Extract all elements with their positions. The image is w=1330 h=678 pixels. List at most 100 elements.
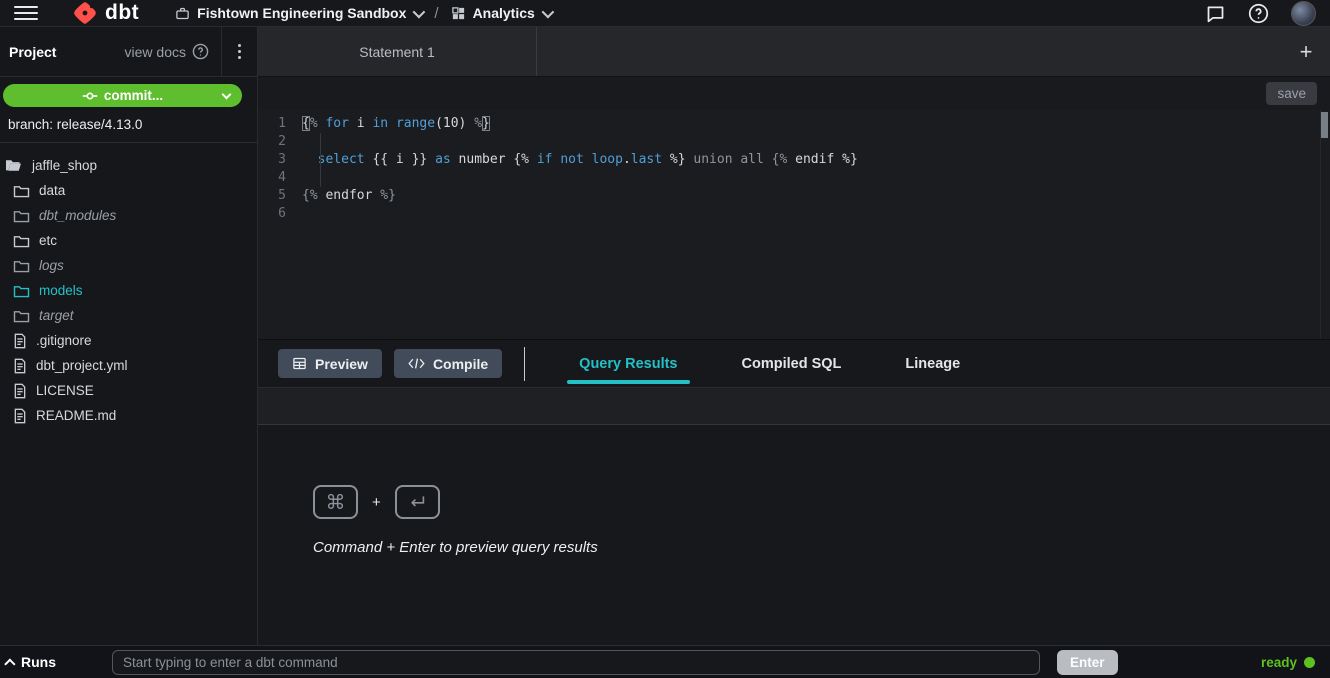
tree-item--gitignore[interactable]: .gitignore <box>0 328 257 353</box>
results-tab-compiled-sql[interactable]: Compiled SQL <box>710 340 874 387</box>
tab-statement-1[interactable]: Statement 1 <box>258 27 537 76</box>
tree-item-license[interactable]: LICENSE <box>0 378 257 403</box>
tree-item-label: target <box>39 308 74 323</box>
dbt-logo[interactable]: dbt <box>70 1 139 25</box>
briefcase-icon <box>175 6 190 21</box>
status-dot-icon <box>1304 657 1315 668</box>
tree-item-label: data <box>39 183 65 198</box>
line-number: 2 <box>258 133 302 151</box>
compile-label: Compile <box>433 356 488 372</box>
project-switcher[interactable]: Analytics <box>451 5 551 21</box>
table-icon <box>292 356 307 371</box>
code-line-3: 3 select {{ i }} as number {% if not loo… <box>258 151 1316 169</box>
command-bar: Runs Enter ready <box>0 645 1330 678</box>
tree-item-label: LICENSE <box>36 383 94 398</box>
plus-label: + <box>372 494 381 511</box>
results-tab-query-results[interactable]: Query Results <box>547 340 709 387</box>
brand-wordmark: dbt <box>105 1 139 25</box>
new-tab-button[interactable]: + <box>1282 27 1330 76</box>
file-icon <box>13 408 27 424</box>
tab-label: Statement 1 <box>359 44 435 60</box>
tree-item-dbt-project-yml[interactable]: dbt_project.yml <box>0 353 257 378</box>
code-line-4: 4 <box>258 169 1316 187</box>
toolbar-divider <box>524 347 525 381</box>
shortcut-hint: ⌘ + <box>313 485 1330 519</box>
folder-icon <box>13 184 30 198</box>
compile-button[interactable]: Compile <box>394 349 502 378</box>
runs-toggle[interactable]: Runs <box>8 654 56 670</box>
save-button[interactable]: save <box>1266 82 1317 105</box>
code-editor[interactable]: 1{% for i in range(10) %}23 select {{ i … <box>258 110 1330 340</box>
sidebar-title: Project <box>9 44 56 60</box>
chevron-down-icon <box>541 5 554 18</box>
folder-icon <box>13 259 30 273</box>
hamburger-menu-icon[interactable] <box>14 6 38 21</box>
line-number: 6 <box>258 205 302 223</box>
editor-toolbar: save <box>258 77 1330 110</box>
grid-icon <box>451 6 466 21</box>
sidebar-menu-button[interactable] <box>221 27 257 77</box>
tree-item-logs[interactable]: logs <box>0 253 257 278</box>
editor-scrollbar-thumb[interactable] <box>1321 112 1328 138</box>
commit-label: commit... <box>104 88 163 103</box>
breadcrumb-separator: / <box>434 5 438 22</box>
account-name: Fishtown Engineering Sandbox <box>197 5 406 21</box>
tree-item-label: dbt_project.yml <box>36 358 128 373</box>
results-content: ⌘ + Command + Enter to preview query res… <box>258 425 1330 645</box>
account-switcher[interactable]: Fishtown Engineering Sandbox <box>175 5 422 21</box>
folder-icon <box>13 234 30 248</box>
tree-item-label: etc <box>39 233 57 248</box>
editor-tab-bar: Statement 1 + <box>258 27 1330 77</box>
preview-button[interactable]: Preview <box>278 349 382 378</box>
help-icon[interactable] <box>1248 3 1269 24</box>
user-avatar[interactable] <box>1291 1 1316 26</box>
tree-item-jaffle-shop[interactable]: jaffle_shop <box>0 153 257 178</box>
chevron-down-icon <box>413 5 426 18</box>
results-tab-lineage[interactable]: Lineage <box>873 340 992 387</box>
status-indicator: ready <box>1261 655 1315 670</box>
sidebar: Project view docs commit... branch: rele… <box>0 27 258 645</box>
sidebar-header: Project view docs <box>0 27 257 77</box>
tree-item-label: .gitignore <box>36 333 92 348</box>
code-lines: 1{% for i in range(10) %}23 select {{ i … <box>258 115 1316 223</box>
commit-button[interactable]: commit... <box>3 84 242 107</box>
code-text: select {{ i }} as number {% if not loop.… <box>302 151 858 169</box>
kebab-icon <box>238 44 241 59</box>
code-line-1: 1{% for i in range(10) %} <box>258 115 1316 133</box>
tree-item-readme-md[interactable]: README.md <box>0 403 257 428</box>
code-line-5: 5{% endfor %} <box>258 187 1316 205</box>
dbt-command-input[interactable] <box>112 650 1040 675</box>
file-tree: jaffle_shopdata dbt_modulesetc logs models t… <box>0 143 257 428</box>
code-line-2: 2 <box>258 133 1316 151</box>
editor-pane: Statement 1 + save 1{% for i in range(10… <box>258 27 1330 645</box>
tree-item-label: models <box>39 283 83 298</box>
line-number: 1 <box>258 115 302 133</box>
folder-icon <box>13 309 30 323</box>
results-toolbar: Preview Compile Query ResultsCompiled SQ… <box>258 340 1330 388</box>
top-nav: dbt Fishtown Engineering Sandbox / Analy… <box>0 0 1330 27</box>
tree-item-label: jaffle_shop <box>32 158 97 173</box>
shortcut-caption: Command + Enter to preview query results <box>313 539 1330 556</box>
branch-label: branch: release/4.13.0 <box>0 111 257 143</box>
file-icon <box>13 333 27 349</box>
file-icon <box>13 383 27 399</box>
tree-item-dbt-modules[interactable]: dbt_modules <box>0 203 257 228</box>
tree-item-models[interactable]: models <box>0 278 257 303</box>
git-commit-icon <box>82 90 98 102</box>
folder-icon <box>13 209 30 223</box>
status-label: ready <box>1261 655 1297 670</box>
chevron-up-icon <box>4 658 15 669</box>
tree-item-data[interactable]: data <box>0 178 257 203</box>
results-tabs: Query ResultsCompiled SQLLineage <box>547 340 992 387</box>
tree-item-etc[interactable]: etc <box>0 228 257 253</box>
preview-label: Preview <box>315 356 368 372</box>
line-number: 4 <box>258 169 302 187</box>
enter-button[interactable]: Enter <box>1057 650 1118 675</box>
chat-icon[interactable] <box>1205 3 1226 24</box>
editor-scroll-track <box>1320 110 1321 339</box>
tree-item-target[interactable]: target <box>0 303 257 328</box>
results-subheader <box>258 388 1330 425</box>
code-text: {% for i in range(10) %} <box>302 115 490 133</box>
project-name: Analytics <box>473 5 535 21</box>
view-docs-link[interactable]: view docs <box>125 43 221 60</box>
